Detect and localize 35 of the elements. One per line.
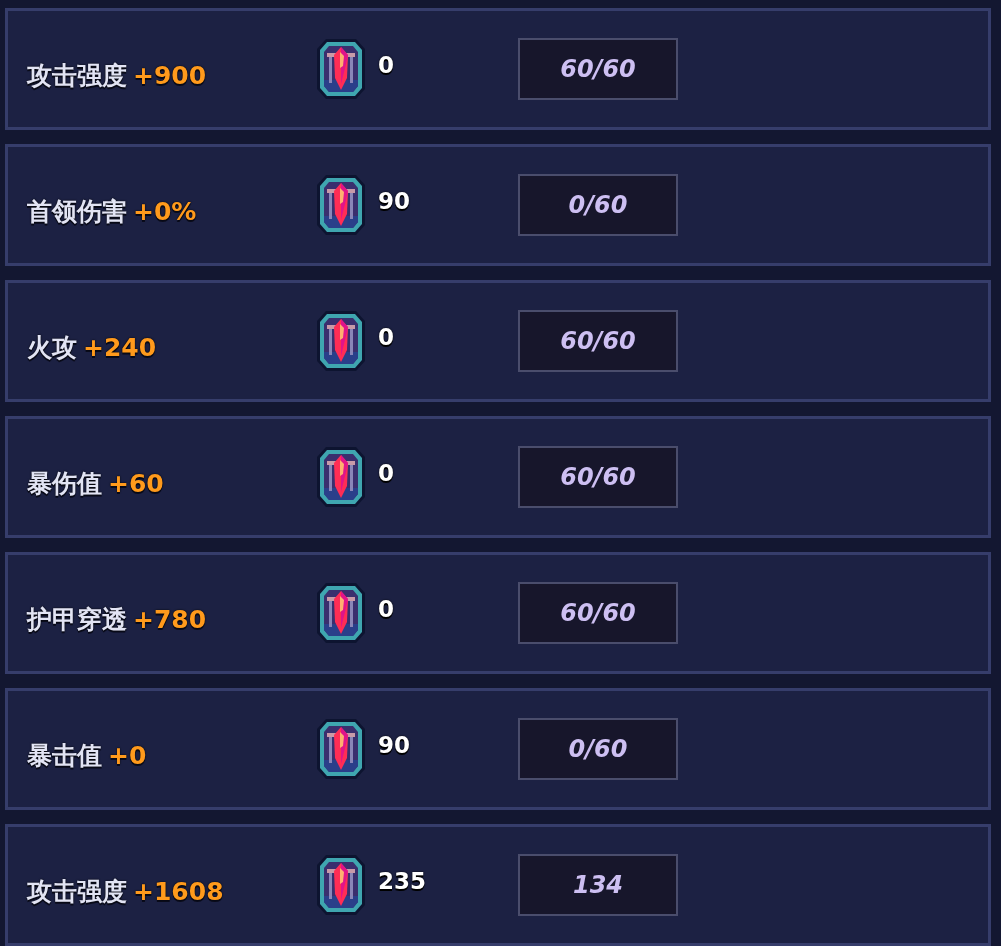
stat-bonus: +1608	[133, 877, 224, 907]
gem-count: 90	[378, 731, 410, 758]
level-counter: 60/60	[518, 446, 678, 508]
stat-name: 暴伤值	[27, 469, 102, 499]
gem-count: 0	[378, 459, 394, 486]
gem-icon	[316, 718, 366, 780]
gem-count: 0	[378, 595, 394, 622]
gem-icon	[316, 446, 366, 508]
gem-icon	[316, 174, 366, 236]
stat-name: 首领伤害	[27, 197, 127, 227]
gem-icon	[316, 38, 366, 100]
stat-bonus: +60	[108, 469, 164, 499]
stat-name: 护甲穿透	[27, 605, 127, 635]
gem-icon	[316, 582, 366, 644]
stat-name: 攻击强度	[27, 877, 127, 907]
stat-bonus: +900	[133, 61, 207, 91]
stat-bonus: +0%	[133, 197, 197, 227]
stat-name: 暴击值	[27, 741, 102, 771]
level-counter: 0/60	[518, 174, 678, 236]
stat-name: 火攻	[27, 333, 77, 363]
gem-count: 0	[378, 51, 394, 78]
gem-count: 90	[378, 187, 410, 214]
stat-bonus: +0	[108, 741, 147, 771]
stat-bonus: +240	[83, 333, 157, 363]
level-counter: 60/60	[518, 582, 678, 644]
level-counter: 60/60	[518, 310, 678, 372]
level-counter: 60/60	[518, 38, 678, 100]
stat-bonus: +780	[133, 605, 207, 635]
gem-count: 0	[378, 323, 394, 350]
gem-icon	[316, 854, 366, 916]
gem-icon	[316, 310, 366, 372]
gem-count: 235	[378, 867, 426, 894]
level-counter: 134	[518, 854, 678, 916]
stat-name: 攻击强度	[27, 61, 127, 91]
level-counter: 0/60	[518, 718, 678, 780]
